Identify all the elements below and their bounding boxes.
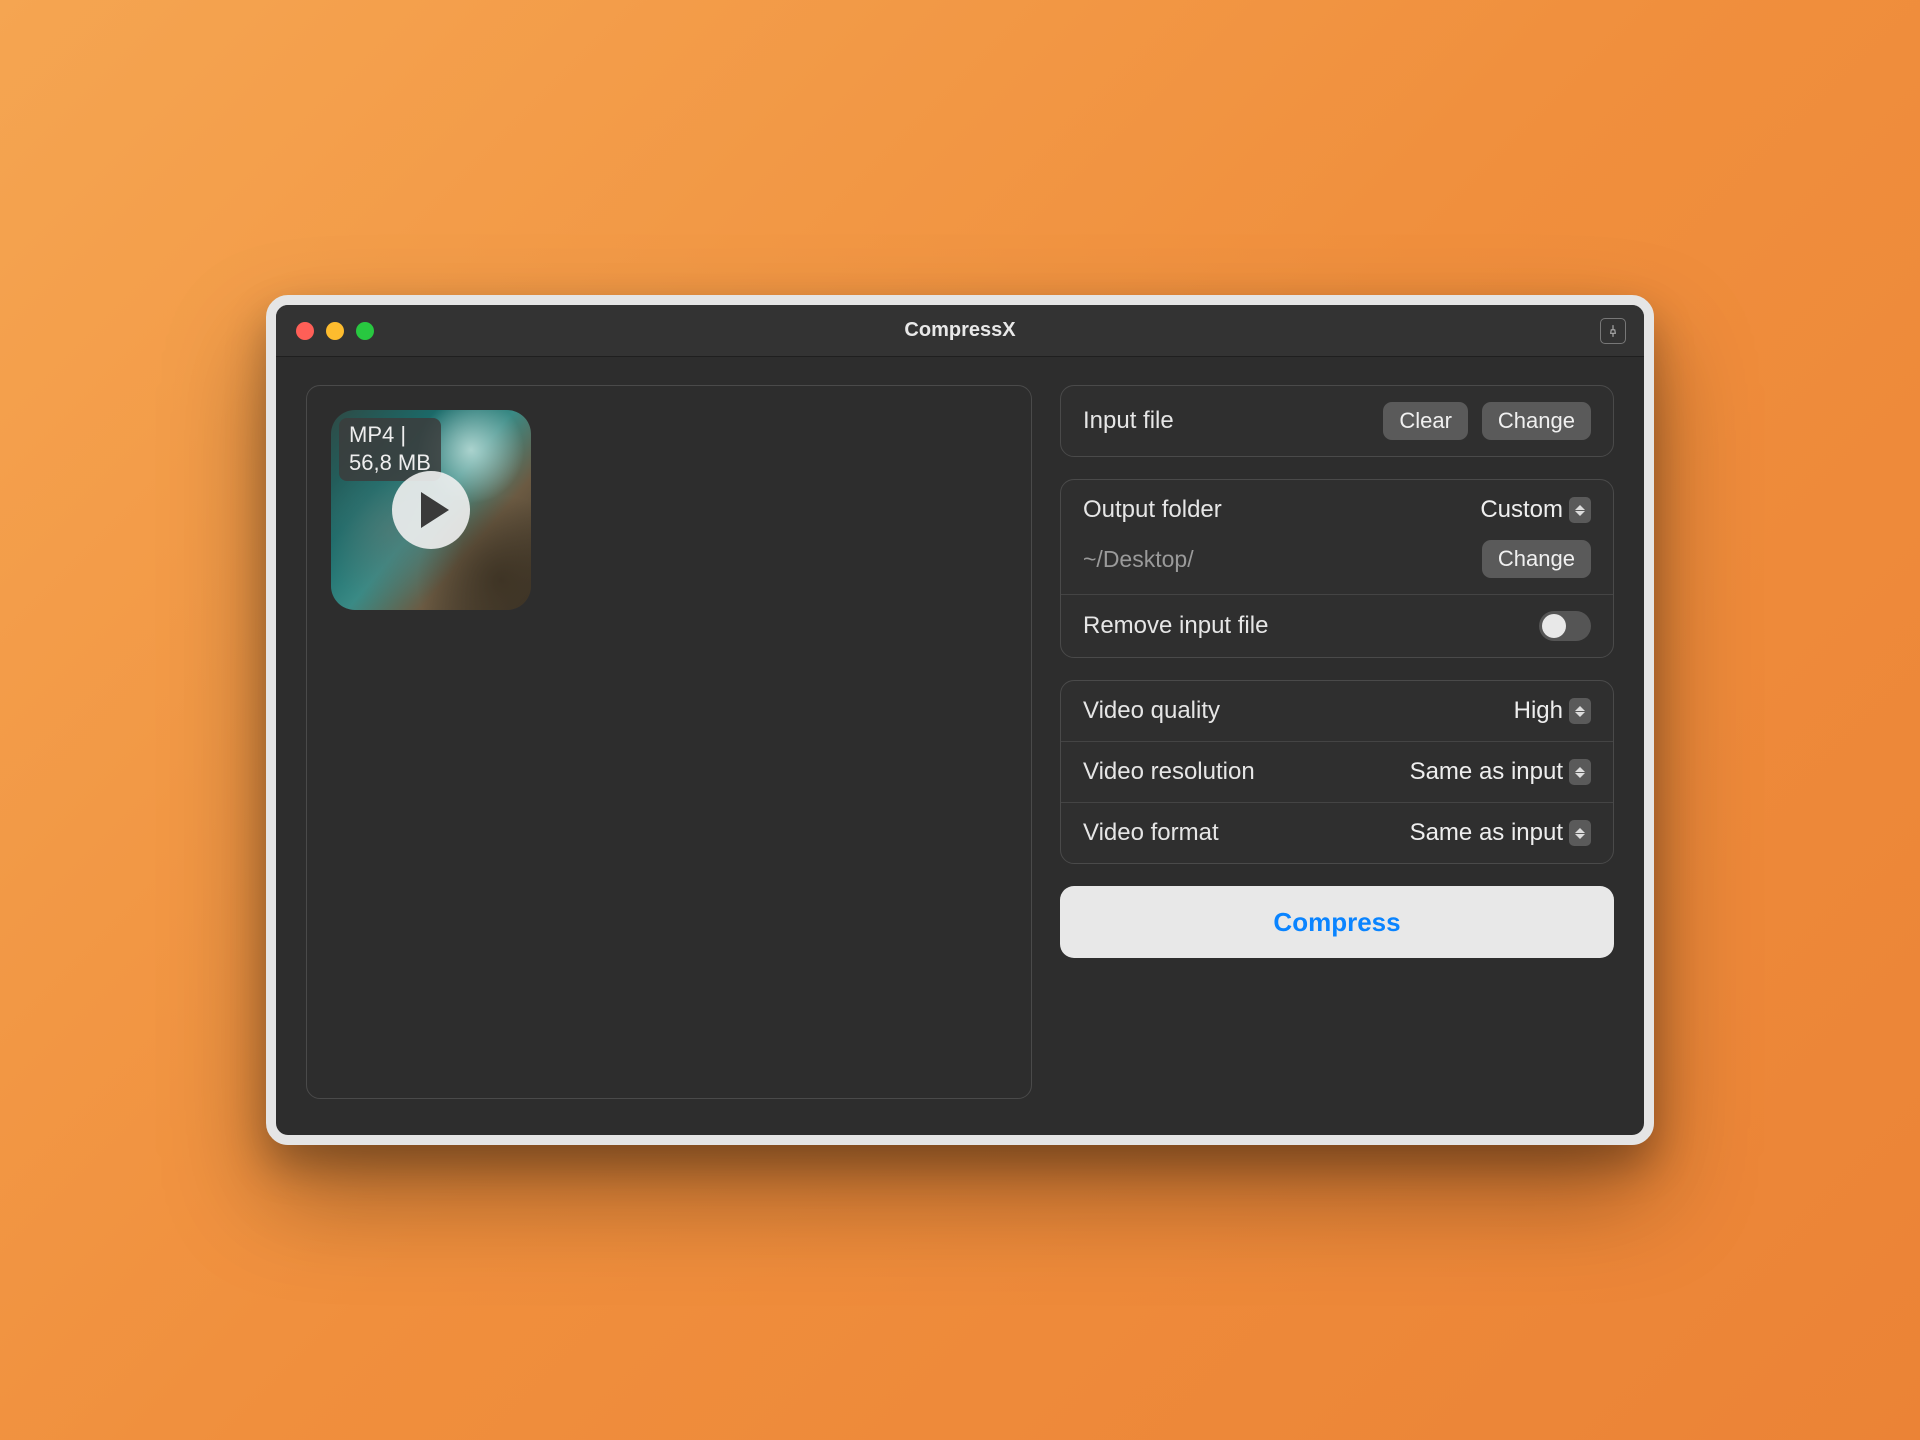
video-quality-select[interactable]: High [1514,697,1591,725]
video-resolution-label: Video resolution [1083,758,1255,786]
app-window: CompressX MP4 | 56,8 MB Input file Clear [266,295,1654,1145]
pin-icon [1606,324,1620,338]
close-window-button[interactable] [296,322,314,340]
file-thumbnail[interactable]: MP4 | 56,8 MB [331,410,531,610]
updown-icon [1569,698,1591,724]
change-input-button[interactable]: Change [1482,402,1591,440]
video-format-value: Same as input [1410,819,1563,847]
output-mode-select[interactable]: Custom [1480,496,1591,524]
output-mode-value: Custom [1480,496,1563,524]
output-folder-label: Output folder [1083,496,1222,524]
input-file-card: Input file Clear Change [1060,385,1614,457]
content-area: MP4 | 56,8 MB Input file Clear Change [276,357,1644,1135]
input-file-label: Input file [1083,407,1174,435]
settings-panel: Input file Clear Change Output folder Cu… [1060,385,1614,1099]
video-format-select[interactable]: Same as input [1410,819,1591,847]
remove-input-label: Remove input file [1083,612,1268,640]
file-drop-panel[interactable]: MP4 | 56,8 MB [306,385,1032,1099]
pin-window-button[interactable] [1600,318,1626,344]
play-icon[interactable] [392,471,470,549]
video-format-label: Video format [1083,819,1219,847]
video-resolution-select[interactable]: Same as input [1410,758,1591,786]
minimize-window-button[interactable] [326,322,344,340]
clear-button[interactable]: Clear [1383,402,1468,440]
titlebar: CompressX [276,305,1644,357]
updown-icon [1569,497,1591,523]
video-quality-value: High [1514,697,1563,725]
video-resolution-value: Same as input [1410,758,1563,786]
traffic-lights [296,322,374,340]
change-output-button[interactable]: Change [1482,540,1591,578]
output-path: ~/Desktop/ [1083,546,1194,573]
file-format-label: MP4 | [349,421,431,449]
fullscreen-window-button[interactable] [356,322,374,340]
remove-input-toggle[interactable] [1539,611,1591,641]
updown-icon [1569,759,1591,785]
video-settings-card: Video quality High Video resolution Same… [1060,680,1614,864]
video-quality-label: Video quality [1083,697,1220,725]
window-title: CompressX [276,319,1644,342]
compress-button[interactable]: Compress [1060,886,1614,958]
updown-icon [1569,820,1591,846]
output-folder-card: Output folder Custom ~/Desktop/ Change R… [1060,479,1614,658]
